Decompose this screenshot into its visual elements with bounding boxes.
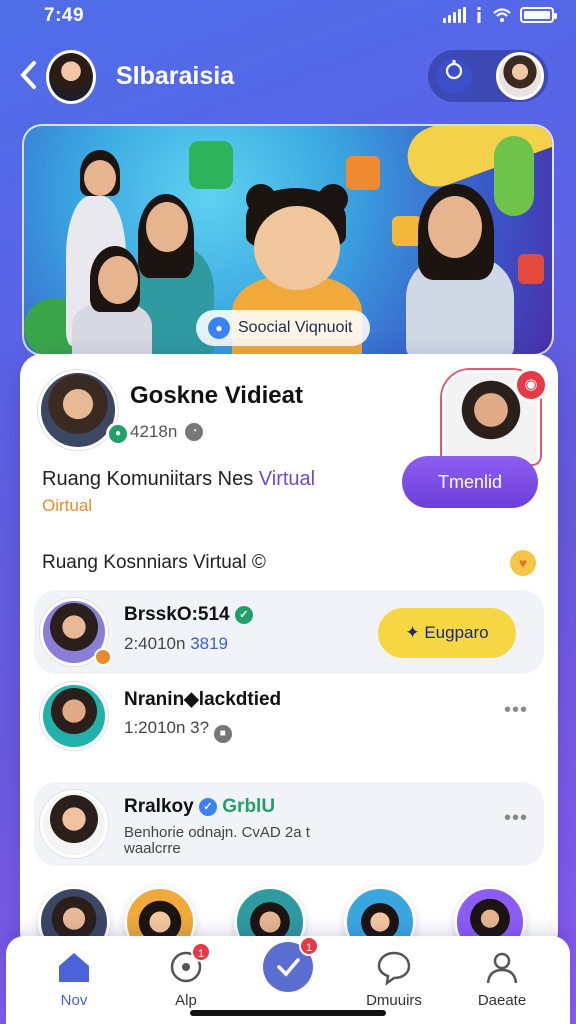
share-button[interactable]: ✦ Eugparo — [378, 608, 516, 658]
chat-icon: ● — [208, 317, 230, 339]
banner-person-head — [428, 196, 482, 258]
nav-discussions-label: Dmuuirs — [366, 992, 422, 1009]
community-description: Ruang Komuniitars Nes Virtual — [42, 468, 315, 491]
status-icons — [443, 7, 557, 23]
banner-person-head — [84, 160, 116, 196]
camera-icon: ■ — [213, 725, 232, 743]
community-card: ● Goskne Vidieat 4218n ◔ ◉ Ruang Komunii… — [20, 354, 558, 954]
banner-person-head — [98, 256, 138, 304]
community-subtext: Oirtual — [42, 496, 93, 515]
banner-person-hair — [318, 184, 348, 214]
notification-icon: 1 — [167, 942, 211, 986]
story-avatar[interactable] — [344, 886, 416, 942]
list-item-count: 3819 — [190, 634, 229, 653]
story-avatar[interactable] — [124, 886, 196, 942]
home-icon — [55, 948, 93, 986]
page-title: Slbaraisia — [116, 62, 235, 90]
clock-icon: ◔ — [185, 423, 204, 441]
chevron-left-icon — [20, 61, 36, 89]
signal-icon — [443, 7, 466, 23]
status-time: 7:49 — [44, 5, 85, 26]
green-check-icon: ✓ — [234, 606, 253, 624]
status-bar: 7:49 — [0, 0, 576, 34]
hero-banner[interactable]: ● Soocial Viqnuoit — [22, 124, 554, 356]
center-badge: 1 — [299, 936, 319, 956]
back-button[interactable] — [18, 60, 44, 92]
list-item-sub: 2:4010n 3819 — [124, 634, 228, 654]
decor-shape — [518, 254, 544, 284]
timer-icon — [445, 60, 463, 80]
list-item-sub-2: waalcrre — [124, 840, 181, 857]
center-action-icon: 1 — [263, 936, 319, 992]
join-button[interactable]: Tmenlid — [402, 456, 538, 508]
profile-meta: 4218n ◔ — [130, 422, 204, 442]
profile-meta-text: 4218n — [130, 422, 178, 441]
list-item-avatar — [40, 682, 108, 750]
nav-alerts[interactable]: 1 Alp — [138, 942, 234, 1009]
nav-discussions[interactable]: Dmuuirs — [346, 948, 442, 1009]
live-badge-icon: ◉ — [514, 368, 548, 402]
nav-center[interactable]: 1 — [240, 936, 336, 998]
nav-home[interactable]: Nov — [26, 948, 122, 1009]
banner-person-head — [146, 202, 188, 252]
decor-shape — [494, 136, 534, 216]
status-badge-icon — [94, 648, 112, 666]
banner-tag-label: Soocial Viqnuoit — [238, 319, 353, 336]
story-avatar[interactable] — [234, 886, 306, 942]
header-avatar[interactable] — [46, 50, 96, 104]
nav-profile[interactable]: Daeate — [454, 948, 550, 1009]
stories-strip — [0, 882, 576, 942]
header-actions — [428, 50, 548, 102]
list-item-name: Rralkoy ✓ GrblU — [124, 796, 275, 818]
verified-icon: ✓ — [198, 798, 217, 816]
list-item-tag: GrblU — [222, 796, 276, 817]
list-item[interactable]: Rralkoy ✓ GrblU Benhorie odnajn. CvAD 2a… — [34, 782, 544, 866]
home-indicator[interactable] — [190, 1010, 386, 1016]
list-item[interactable]: BrsskO:514 ✓ 2:4010n 3819 ✦ Eugparo — [34, 590, 544, 674]
list-item-name-text: BrsskO:514 — [124, 604, 230, 625]
banner-person-hair — [246, 184, 276, 214]
header: Slbaraisia — [0, 48, 576, 106]
battery-icon — [520, 7, 557, 23]
more-options-button[interactable]: ••• — [500, 808, 532, 832]
list-item-name: Nranin◆lackdtied — [124, 689, 282, 710]
community-description-accent: Virtual — [258, 468, 316, 490]
info-icon — [477, 7, 481, 23]
heart-badge-icon[interactable]: ♥ — [510, 550, 536, 576]
list-item-sub-text: 1:2010n 3? — [124, 718, 210, 737]
story-avatar[interactable] — [38, 886, 110, 942]
wifi-icon — [493, 8, 511, 22]
community-description-text: Ruang Komuniitars Nes — [42, 468, 259, 490]
nav-alerts-label: Alp — [175, 992, 197, 1009]
list-item-name: BrsskO:514 ✓ — [124, 604, 253, 626]
list-item-sub: Benhorie odnajn. CvAD 2a t — [124, 824, 310, 841]
nav-profile-label: Daeate — [477, 992, 527, 1009]
notification-badge: 1 — [191, 942, 211, 962]
more-options-button[interactable]: ••• — [500, 700, 532, 724]
online-badge-icon: ● — [106, 422, 130, 446]
list-item-sub-text: 2:4010n — [124, 634, 191, 653]
chat-bubble-icon — [375, 948, 413, 986]
list-item-avatar — [40, 790, 108, 858]
user-avatar[interactable] — [496, 52, 544, 100]
list-item-name-text: Rralkoy — [124, 796, 199, 817]
list-item[interactable]: Nranin◆lackdtied 1:2010n 3? ■ ••• — [34, 674, 544, 758]
timer-button[interactable] — [436, 58, 472, 94]
profile-name: Goskne Vidieat — [130, 382, 303, 409]
person-icon — [483, 948, 521, 986]
banner-tag[interactable]: ● Soocial Viqnuoit — [196, 310, 371, 346]
decor-shape — [346, 156, 380, 190]
section-title: Ruang Kosnniars Virtual © — [42, 552, 266, 573]
banner-person-head — [254, 206, 340, 290]
list-item-sub: 1:2010n 3? ■ — [124, 718, 232, 743]
decor-shape — [189, 141, 233, 189]
nav-home-label: Nov — [60, 992, 88, 1009]
share-button-label: Eugparo — [424, 623, 489, 642]
story-avatar[interactable] — [454, 886, 526, 942]
